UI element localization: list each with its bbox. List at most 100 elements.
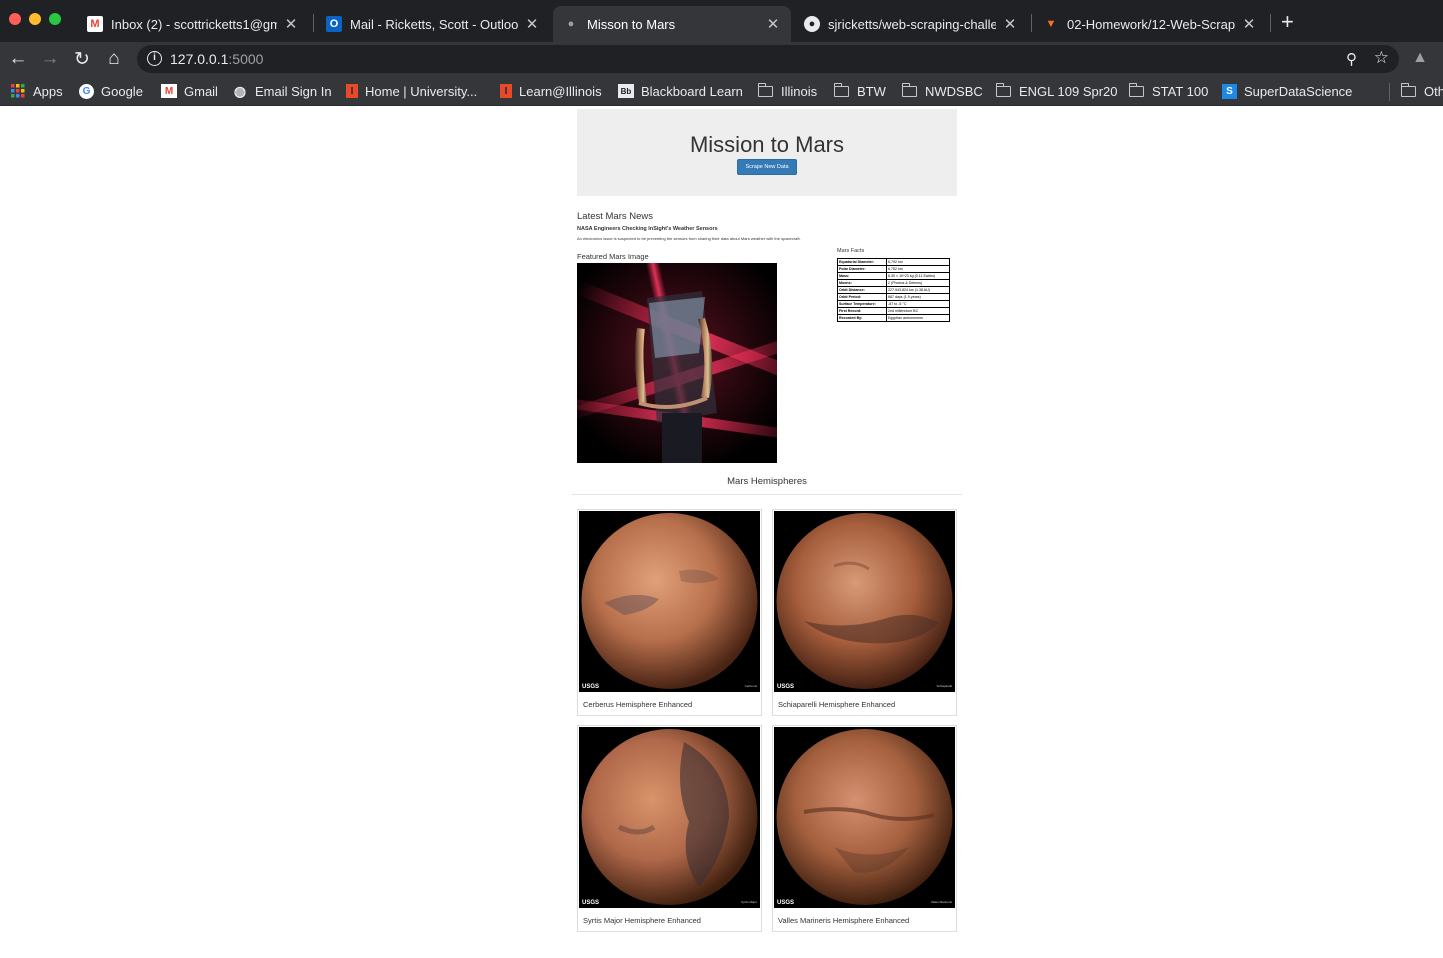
hemisphere-image: USGS Valles Marineris bbox=[774, 727, 955, 908]
bookmark-blackboard[interactable]: Bb Blackboard Learn bbox=[618, 82, 743, 100]
bookmark-label: Gmail bbox=[184, 83, 218, 99]
folder-icon bbox=[1128, 82, 1144, 97]
new-tab-button[interactable]: + bbox=[1281, 11, 1294, 33]
hemisphere-image-label: Syrtis Major bbox=[741, 900, 757, 904]
bookmark-other[interactable]: Oth bbox=[1400, 82, 1443, 100]
hemisphere-image: USGS Syrtis Major bbox=[579, 727, 760, 908]
bookmark-label: Email Sign In bbox=[255, 83, 332, 99]
bookmark-folder-btw[interactable]: BTW bbox=[833, 82, 886, 100]
site-info-icon[interactable]: i bbox=[147, 51, 162, 66]
bookmark-apps[interactable]: Apps bbox=[10, 82, 63, 100]
fact-value: -87 to -5 °C bbox=[886, 300, 950, 308]
address-bar[interactable]: i 127.0.0.1:5000 ⚲ ☆ bbox=[137, 45, 1399, 73]
hemisphere-image-label: Cerberus bbox=[744, 684, 757, 688]
tab-close-icon[interactable]: ✕ bbox=[1002, 15, 1018, 33]
page-title: Mission to Mars bbox=[689, 132, 845, 157]
bookmark-label: Blackboard Learn bbox=[641, 83, 743, 99]
gmail-icon: M bbox=[87, 16, 103, 32]
mars-facts-table: Equatorial Diameter: 6,792 km Polar Diame… bbox=[837, 258, 950, 322]
table-row: Polar Diameter: 6,752 km bbox=[837, 265, 950, 273]
tab-close-icon[interactable]: ✕ bbox=[524, 15, 540, 33]
tab-separator bbox=[313, 14, 314, 32]
bookmark-star-icon[interactable]: ☆ bbox=[1374, 48, 1389, 68]
bookmark-google[interactable]: G Google bbox=[79, 82, 143, 100]
folder-icon bbox=[901, 82, 917, 97]
fact-value: 6,792 km bbox=[886, 258, 950, 266]
table-row: Mass: 6.39 × 10^23 kg (0.11 Earths) bbox=[837, 272, 950, 280]
window-maximize-button[interactable] bbox=[49, 13, 61, 25]
fact-value: 2 (Phobos & Deimos) bbox=[886, 279, 950, 287]
folder-icon bbox=[757, 82, 773, 97]
bookmark-superdatascience[interactable]: S SuperDataScience bbox=[1222, 82, 1352, 100]
hemisphere-card-valles-marineris: USGS Valles Marineris Valles Marineris H… bbox=[772, 725, 957, 932]
featured-mars-image bbox=[577, 263, 777, 463]
fact-key: Surface Temperature: bbox=[837, 300, 887, 308]
forward-arrow-icon[interactable]: → bbox=[37, 46, 63, 72]
bookmark-folder-engl[interactable]: ENGL 109 Spr20 bbox=[995, 82, 1118, 100]
blackboard-icon: Bb bbox=[618, 84, 634, 98]
bookmark-label: Oth bbox=[1424, 83, 1443, 99]
featured-image-label: Featured Mars Image bbox=[577, 252, 649, 261]
window-minimize-button[interactable] bbox=[29, 13, 41, 25]
google-drive-icon[interactable]: ▲ bbox=[1410, 49, 1430, 69]
hemisphere-image-label: Valles Marineris bbox=[930, 900, 952, 904]
tab-mission-to-mars[interactable]: ● Misson to Mars ✕ bbox=[553, 6, 791, 42]
globe-icon: ● bbox=[567, 18, 575, 30]
globe-icon: ◍ bbox=[233, 82, 247, 99]
tab-title: Mail - Ricketts, Scott - Outlook bbox=[350, 16, 518, 32]
google-icon: G bbox=[79, 83, 94, 99]
url-port: :5000 bbox=[228, 51, 264, 67]
bookmark-email-sign-in[interactable]: ◍ Email Sign In bbox=[232, 82, 332, 100]
usgs-logo: USGS bbox=[777, 684, 795, 690]
hemispheres-divider bbox=[572, 494, 962, 495]
folder-icon bbox=[1400, 82, 1416, 97]
hemispheres-title: Mars Hemispheres bbox=[727, 476, 807, 487]
tab-separator bbox=[1270, 14, 1271, 32]
bookmark-label: ENGL 109 Spr20 bbox=[1019, 83, 1118, 99]
back-arrow-icon[interactable]: ← bbox=[5, 46, 31, 72]
bookmark-gmail[interactable]: M Gmail bbox=[161, 82, 218, 100]
tab-title: Misson to Mars bbox=[587, 16, 676, 32]
table-row: Moons: 2 (Phobos & Deimos) bbox=[837, 279, 950, 287]
gitlab-icon: ▼ bbox=[1045, 18, 1057, 30]
bookmark-learn-illinois[interactable]: I Learn@Illinois bbox=[500, 82, 602, 100]
news-teaser: An electronics issue is suspected to be … bbox=[577, 236, 801, 241]
news-headline: NASA Engineers Checking InSight's Weathe… bbox=[577, 226, 718, 232]
zoom-icon[interactable]: ⚲ bbox=[1346, 50, 1357, 68]
tab-close-icon[interactable]: ✕ bbox=[765, 15, 781, 33]
news-section-title: Latest Mars News bbox=[577, 211, 654, 222]
fact-key: Polar Diameter: bbox=[837, 265, 887, 273]
superdatascience-icon: S bbox=[1222, 83, 1237, 99]
tab-gmail-inbox[interactable]: M Inbox (2) - scottricketts1@gma ✕ bbox=[77, 6, 309, 42]
url-text[interactable]: 127.0.0.1:5000 bbox=[170, 51, 263, 67]
bookmark-folder-illinois[interactable]: Illinois bbox=[757, 82, 817, 100]
scrape-new-data-button[interactable]: Scrape New Data bbox=[737, 159, 797, 175]
bookmarks-bar: Apps G Google M Gmail ◍ Email Sign In I … bbox=[0, 76, 1443, 106]
bookmark-label: STAT 100 bbox=[1152, 83, 1209, 99]
tab-close-icon[interactable]: ✕ bbox=[283, 15, 299, 33]
window-close-button[interactable] bbox=[9, 13, 21, 25]
mars-facts-label: Mars Facts bbox=[837, 248, 865, 254]
bookmark-label: Google bbox=[101, 83, 143, 99]
hemisphere-image: USGS Cerberus bbox=[579, 511, 760, 692]
tab-title: 02-Homework/12-Web-Scrapin bbox=[1067, 16, 1235, 32]
tab-outlook-mail[interactable]: O Mail - Ricketts, Scott - Outlook ✕ bbox=[316, 6, 550, 42]
outlook-icon: O bbox=[326, 16, 342, 32]
bookmark-label: NWDSBC bbox=[925, 83, 983, 99]
hemisphere-caption: Valles Marineris Hemisphere Enhanced bbox=[778, 916, 910, 925]
hemisphere-caption: Cerberus Hemisphere Enhanced bbox=[583, 700, 693, 709]
tab-gitlab-homework[interactable]: ▼ 02-Homework/12-Web-Scrapin ✕ bbox=[1033, 6, 1267, 42]
bookmark-home-university[interactable]: I Home | University... bbox=[346, 82, 477, 100]
tab-separator bbox=[1031, 14, 1032, 32]
fact-value: 2nd millennium BC bbox=[886, 307, 950, 315]
bookmark-folder-nwdsbc[interactable]: NWDSBC bbox=[901, 82, 983, 100]
tab-title: sjricketts/web-scraping-challe bbox=[828, 16, 996, 32]
tab-close-icon[interactable]: ✕ bbox=[1241, 15, 1257, 33]
reload-icon[interactable]: ↻ bbox=[69, 46, 95, 72]
folder-icon bbox=[995, 82, 1011, 97]
home-icon[interactable]: ⌂ bbox=[101, 46, 127, 72]
hemisphere-image: USGS Schiaparelli bbox=[774, 511, 955, 692]
browser-toolbar: ← → ↻ ⌂ i 127.0.0.1:5000 ⚲ ☆ ▲ bbox=[0, 42, 1443, 76]
tab-github-repo[interactable]: ● sjricketts/web-scraping-challe ✕ bbox=[794, 6, 1028, 42]
bookmark-folder-stat[interactable]: STAT 100 bbox=[1128, 82, 1209, 100]
